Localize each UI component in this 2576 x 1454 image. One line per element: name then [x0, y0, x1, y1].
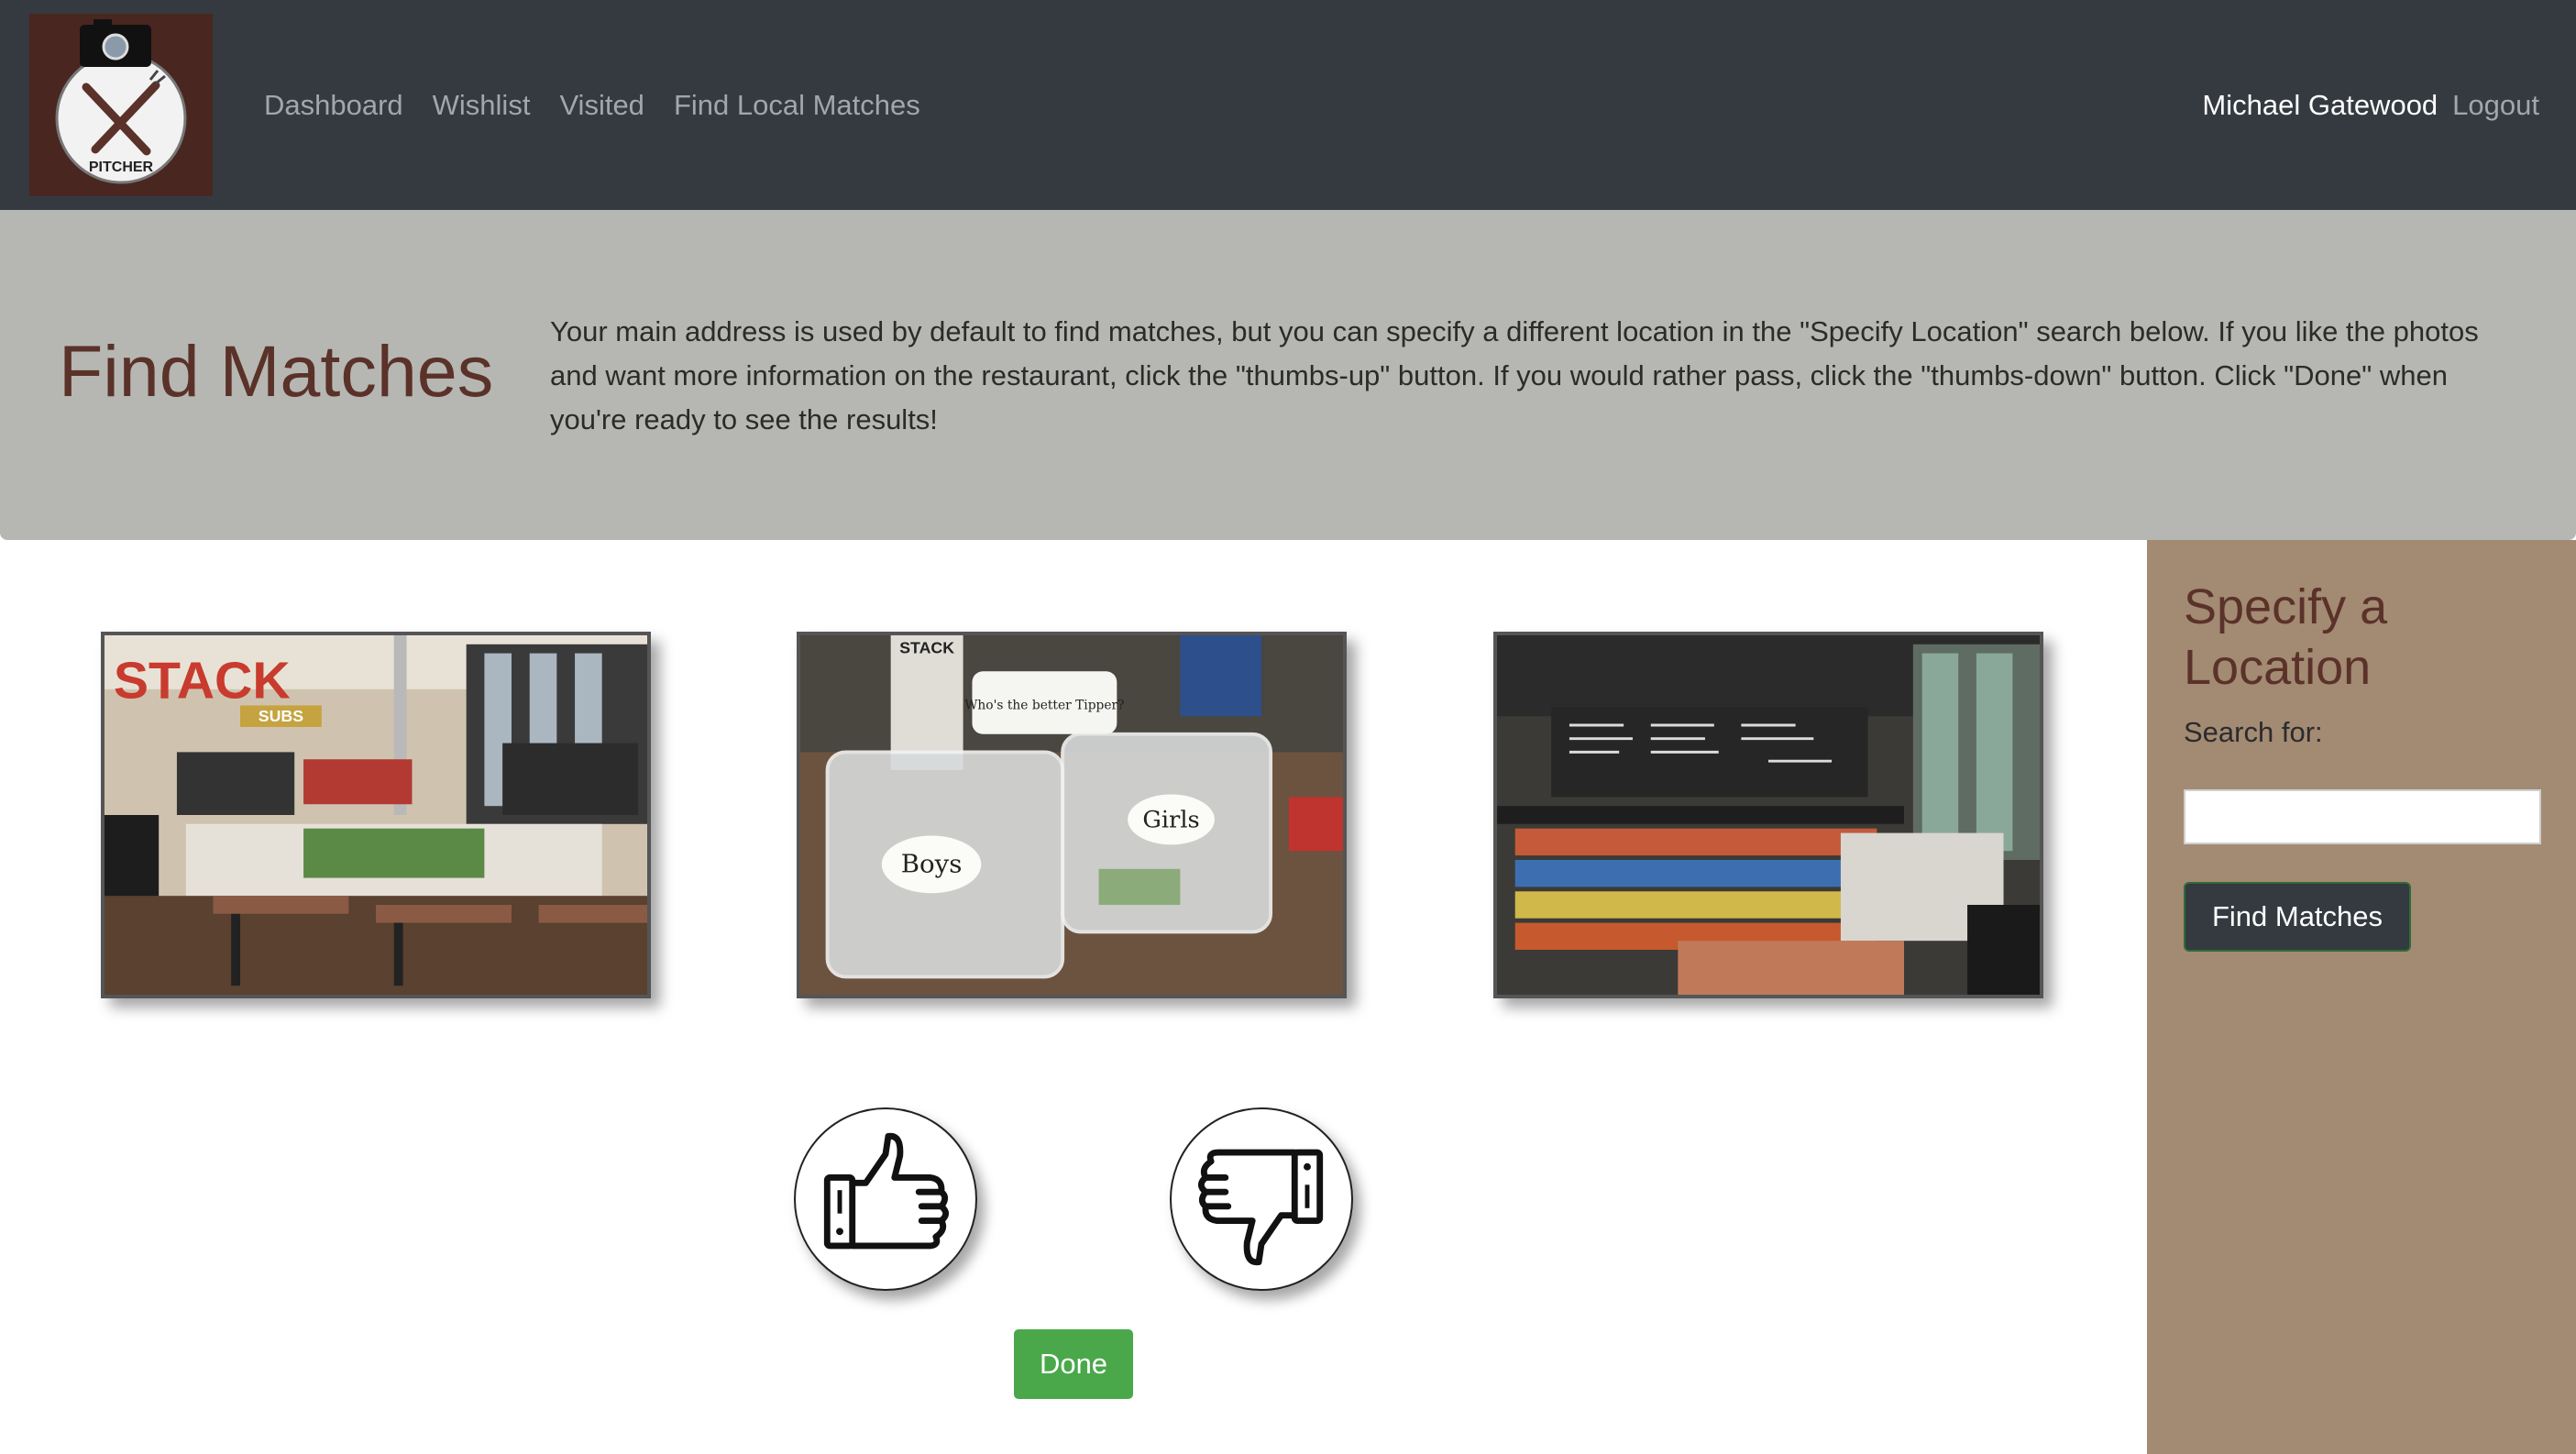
thumbs-up-icon: [823, 1132, 950, 1250]
svg-text:PITCHER: PITCHER: [89, 160, 154, 175]
svg-text:STACK: STACK: [114, 652, 291, 710]
find-matches-button[interactable]: Find Matches: [2184, 882, 2411, 952]
nav-link-find-local-matches[interactable]: Find Local Matches: [674, 83, 920, 128]
svg-text:Boys: Boys: [901, 850, 963, 879]
done-button[interactable]: Done: [1014, 1329, 1133, 1399]
svg-text:STACK: STACK: [899, 639, 954, 657]
instructions-text: Your main address is used by default to …: [550, 315, 2479, 435]
nav-links: Dashboard Wishlist Visited Find Local Ma…: [264, 83, 950, 128]
search-label: Search for:: [2184, 716, 2323, 748]
thumbs-down-icon: [1197, 1149, 1324, 1266]
svg-text:Who's the better Tipper?: Who's the better Tipper?: [964, 698, 1124, 712]
nav-link-dashboard[interactable]: Dashboard: [264, 83, 403, 128]
intro-banner: Find Matches Your main address is used b…: [0, 210, 2576, 540]
location-search-input[interactable]: [2184, 789, 2541, 844]
nav-user-area: Michael Gatewood Logout: [2202, 83, 2539, 128]
restaurant-photo-1: STACK SUBS: [101, 632, 651, 998]
restaurant-photo-3: [1493, 632, 2043, 998]
svg-text:SUBS: SUBS: [259, 707, 304, 725]
thumbs-up-button[interactable]: [794, 1107, 977, 1291]
svg-text:Girls: Girls: [1142, 807, 1199, 834]
logout-link[interactable]: Logout: [2452, 83, 2539, 128]
restaurant-photo-2: STACK Who's the better Tipper? Boys Girl…: [797, 632, 1347, 998]
location-sidebar: Specify a Location Search for: Find Matc…: [2147, 540, 2576, 1454]
sidebar-title: Specify a Location: [2184, 579, 2388, 695]
pitcher-logo-icon: PITCHER: [55, 19, 187, 184]
nav-link-wishlist[interactable]: Wishlist: [433, 83, 531, 128]
pitcher-logo[interactable]: PITCHER: [29, 14, 213, 196]
thumbs-down-button[interactable]: [1170, 1107, 1353, 1291]
user-name: Michael Gatewood: [2202, 89, 2438, 121]
top-navbar: PITCHER Dashboard Wishlist Visited Find …: [0, 0, 2576, 210]
page-title: Find Matches: [59, 330, 494, 412]
nav-link-visited[interactable]: Visited: [559, 83, 644, 128]
